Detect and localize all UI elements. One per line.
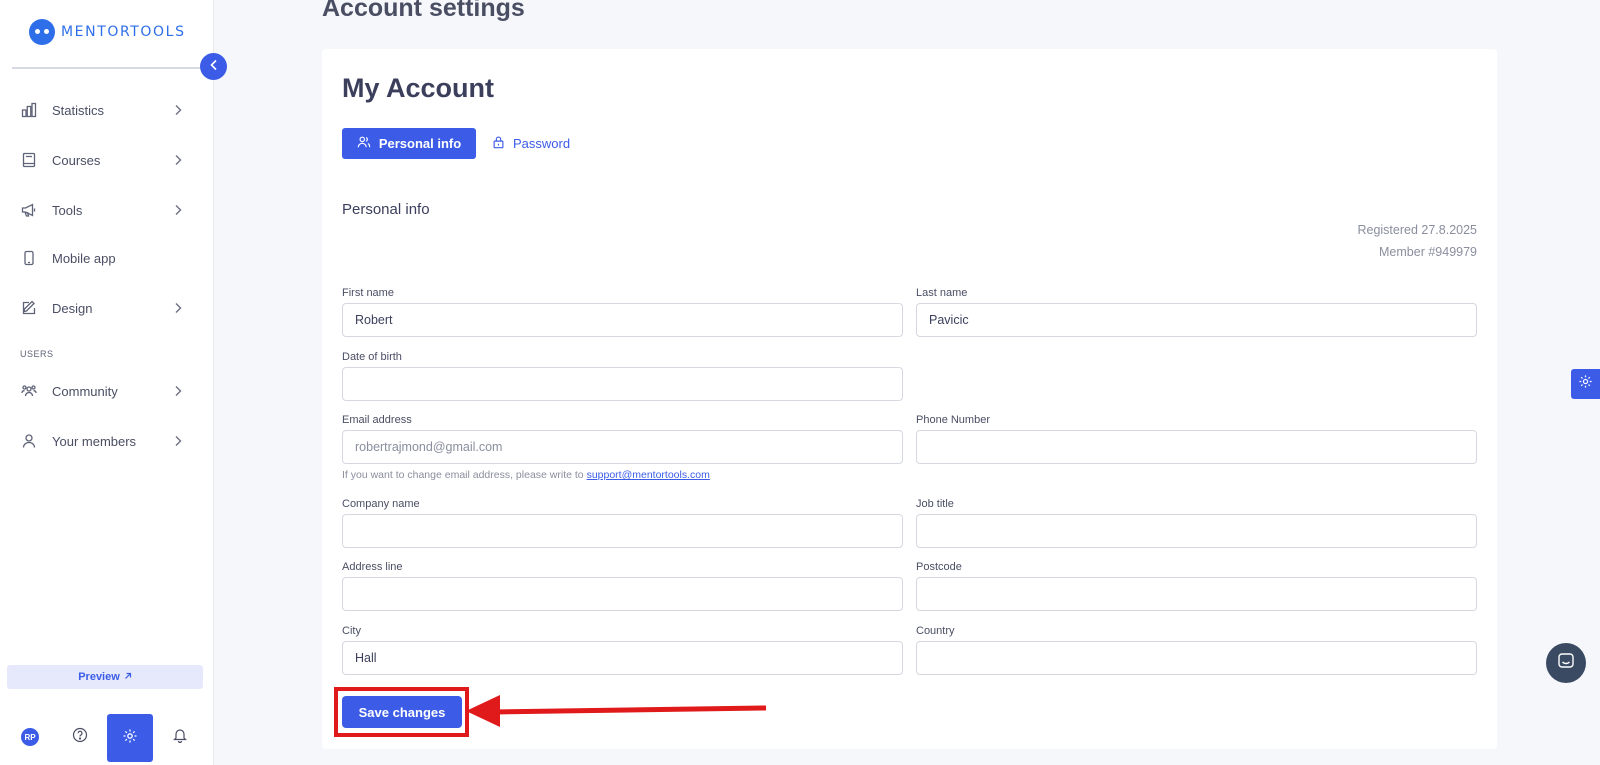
help-icon (72, 727, 88, 748)
sidebar-item-statistics[interactable]: Statistics (0, 92, 210, 128)
date-of-birth-field[interactable] (342, 367, 903, 401)
logo-robot-icon (29, 19, 55, 45)
city-label: City (342, 625, 361, 637)
sidebar-bottom-bar: RP (0, 713, 210, 765)
sidebar-item-label: Your members (52, 433, 137, 449)
postcode-label: Postcode (916, 561, 962, 573)
sidebar-item-tools[interactable]: Tools (0, 192, 210, 228)
sidebar-item-label: Courses (52, 152, 101, 168)
date-of-birth-label: Date of birth (342, 351, 402, 363)
last-name-label: Last name (916, 287, 968, 299)
chevron-left-icon (209, 58, 218, 76)
country-label: Country (916, 625, 955, 637)
tab-label: Password (513, 136, 571, 151)
bell-icon (172, 727, 188, 748)
first-name-label: First name (342, 287, 394, 299)
company-label: Company name (342, 498, 420, 510)
sidebar-item-your-members[interactable]: Your members (0, 423, 210, 459)
city-field[interactable] (342, 641, 903, 675)
logo[interactable]: MENTORTOOLS (29, 19, 186, 45)
company-field[interactable] (342, 514, 903, 548)
sidebar-item-label: Statistics (52, 102, 105, 118)
pencil-icon (20, 299, 38, 317)
section-title: Personal info (342, 201, 430, 218)
settings-button[interactable] (107, 714, 153, 762)
email-field[interactable] (342, 430, 903, 464)
member-number: Member #949979 (1379, 245, 1477, 259)
job-title-field[interactable] (916, 514, 1477, 548)
avatar[interactable]: RP (21, 728, 39, 746)
chat-button[interactable] (1546, 643, 1586, 683)
notifications-button[interactable] (171, 728, 189, 746)
section-label-users: USERS (20, 349, 54, 359)
bar-chart-icon (20, 101, 38, 119)
account-card: My Account Personal info Password Person… (322, 49, 1497, 749)
help-button[interactable] (71, 727, 89, 748)
job-title-label: Job title (916, 498, 954, 510)
tab-personal-info[interactable]: Personal info (342, 128, 476, 159)
preview-label: Preview (78, 671, 120, 683)
community-icon (20, 382, 38, 400)
address-label: Address line (342, 561, 403, 573)
registered-date: Registered 27.8.2025 (1357, 223, 1477, 237)
page-heading: Account settings (322, 0, 525, 22)
floating-settings-button[interactable] (1571, 369, 1600, 399)
phone-field[interactable] (916, 430, 1477, 464)
sidebar-item-label: Community (52, 383, 118, 399)
phone-icon (20, 249, 38, 267)
sidebar-item-label: Design (52, 300, 93, 316)
preview-button[interactable]: Preview (7, 665, 203, 689)
email-hint-text: If you want to change email address, ple… (342, 469, 584, 481)
gear-icon (122, 728, 138, 749)
country-field[interactable] (916, 641, 1477, 675)
card-title: My Account (342, 73, 495, 103)
address-field[interactable] (342, 577, 903, 611)
chevron-right-icon (174, 434, 182, 452)
users-icon (357, 135, 371, 152)
collapse-sidebar-button[interactable] (200, 53, 227, 80)
megaphone-icon (20, 201, 38, 219)
chevron-right-icon (174, 301, 182, 319)
sidebar-item-label: Mobile app (52, 250, 116, 266)
tab-label: Personal info (378, 136, 462, 151)
sidebar: MENTORTOOLS Statistics Courses Tools Mob… (0, 0, 214, 765)
postcode-field[interactable] (916, 577, 1477, 611)
sidebar-item-community[interactable]: Community (0, 373, 210, 409)
chevron-right-icon (174, 384, 182, 402)
gear-icon (1578, 374, 1593, 394)
chevron-right-icon (174, 103, 182, 121)
save-button[interactable]: Save changes (342, 696, 462, 728)
user-icon (20, 432, 38, 450)
annotation-arrow (466, 695, 767, 727)
email-change-hint: If you want to change email address, ple… (342, 469, 710, 481)
sidebar-item-label: Tools (52, 202, 83, 218)
chevron-right-icon (174, 203, 182, 221)
chevron-right-icon (174, 153, 182, 171)
support-email-link[interactable]: support@mentortools.com (587, 469, 710, 481)
email-label: Email address (342, 414, 412, 426)
sidebar-item-courses[interactable]: Courses (0, 142, 210, 178)
external-link-icon (124, 671, 132, 683)
book-icon (20, 151, 38, 169)
sidebar-divider (12, 67, 200, 69)
sidebar-item-design[interactable]: Design (0, 290, 210, 326)
lock-icon (492, 135, 505, 152)
phone-label: Phone Number (916, 414, 990, 426)
first-name-field[interactable] (342, 303, 903, 337)
logo-text: MENTORTOOLS (61, 24, 186, 40)
tab-password[interactable]: Password (492, 128, 570, 159)
last-name-field[interactable] (916, 303, 1477, 337)
chat-icon (1557, 652, 1575, 675)
sidebar-item-mobile-app[interactable]: Mobile app (0, 240, 210, 276)
